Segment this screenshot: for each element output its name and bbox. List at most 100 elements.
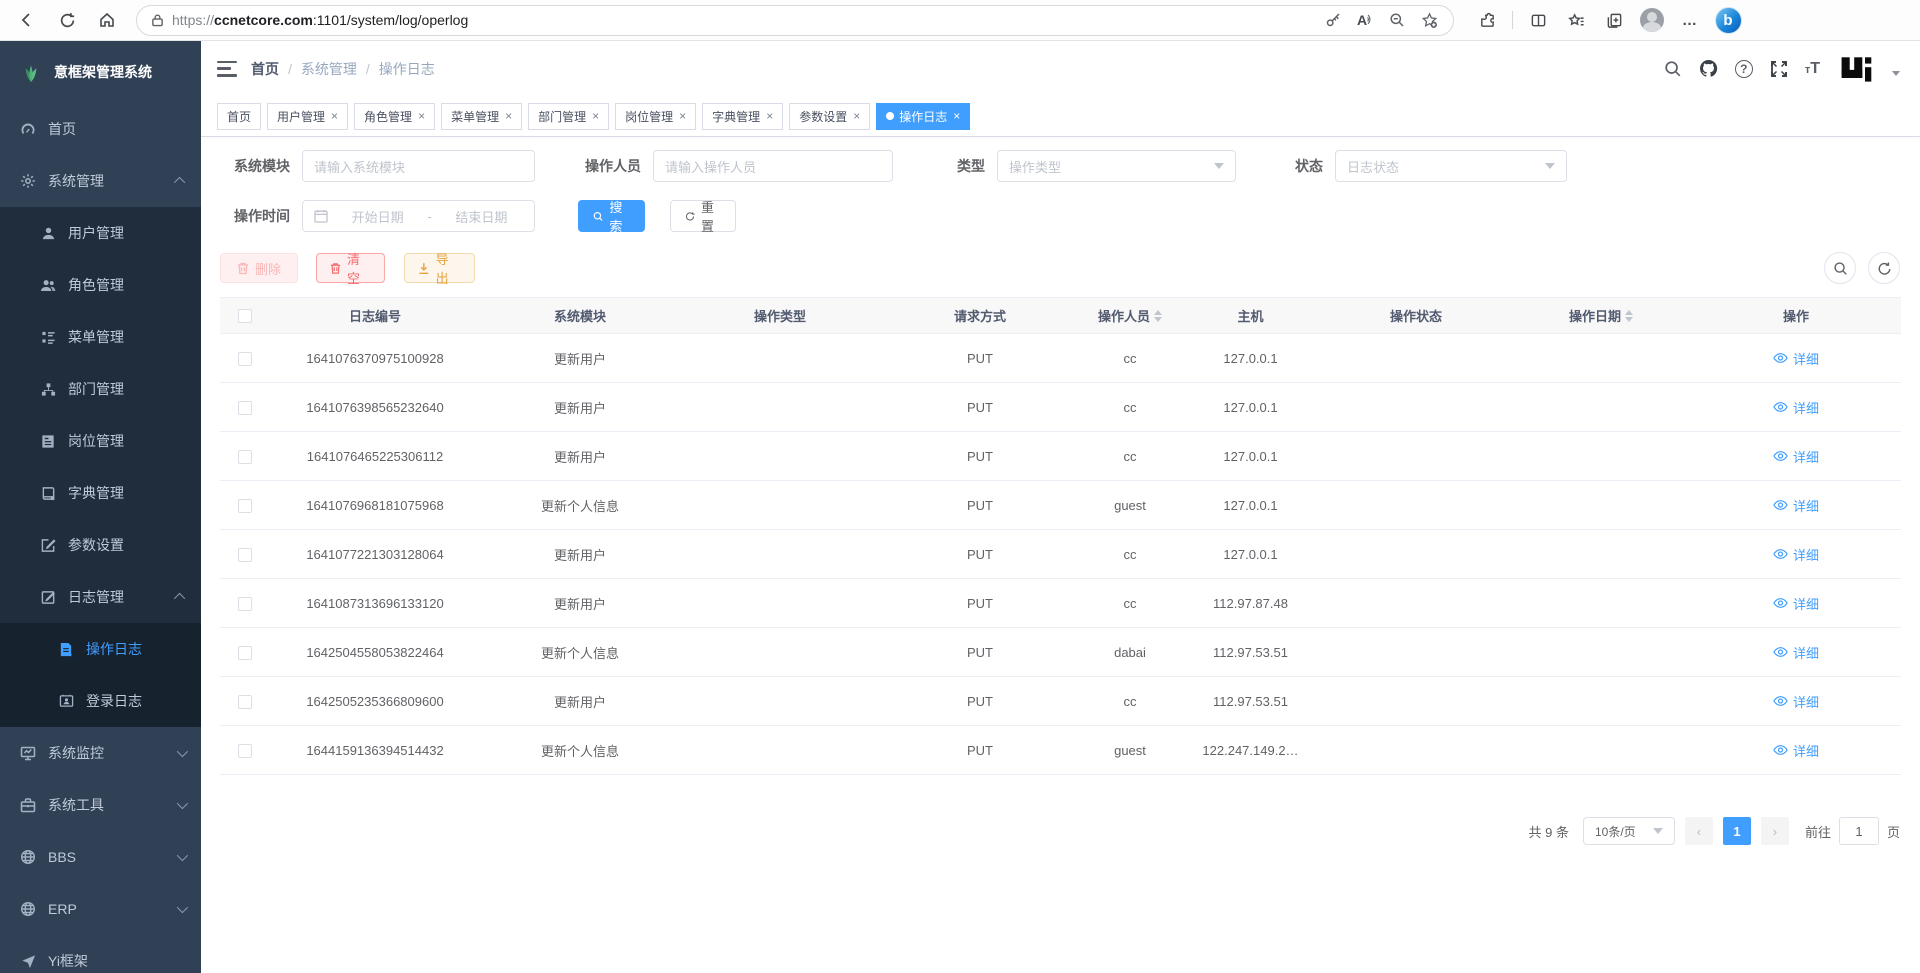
- sidebar-item-tools[interactable]: 系统工具: [0, 779, 201, 831]
- row-checkbox[interactable]: [238, 597, 252, 611]
- goto-page-input[interactable]: [1839, 817, 1879, 845]
- close-icon[interactable]: ×: [331, 109, 338, 123]
- tab-post[interactable]: 岗位管理×: [615, 103, 696, 130]
- detail-link[interactable]: 详细: [1773, 447, 1819, 466]
- row-checkbox[interactable]: [238, 450, 252, 464]
- sidebar-item-loginlog[interactable]: 登录日志: [0, 675, 201, 727]
- tab-home[interactable]: 首页: [217, 103, 261, 130]
- collections-icon[interactable]: [1597, 5, 1631, 35]
- help-icon[interactable]: ?: [1735, 60, 1753, 78]
- close-icon[interactable]: ×: [592, 109, 599, 123]
- tab-role[interactable]: 角色管理×: [354, 103, 435, 130]
- date-range-input[interactable]: 开始日期 - 结束日期: [302, 200, 535, 232]
- read-aloud-icon[interactable]: A: [1351, 5, 1379, 35]
- module-input[interactable]: 请输入系统模块: [302, 150, 535, 182]
- refresh-icon[interactable]: [50, 5, 84, 35]
- back-icon[interactable]: [10, 5, 44, 35]
- sidebar-item-bbs[interactable]: BBS: [0, 831, 201, 883]
- sidebar-item-menu[interactable]: 菜单管理: [0, 311, 201, 363]
- home-icon[interactable]: [90, 5, 124, 35]
- tab-menu[interactable]: 菜单管理×: [441, 103, 522, 130]
- close-icon[interactable]: ×: [418, 109, 425, 123]
- col-date[interactable]: 操作日期: [1511, 298, 1691, 334]
- table-refresh-icon[interactable]: [1868, 252, 1900, 284]
- status-select[interactable]: 日志状态: [1335, 150, 1567, 182]
- add-favorite-icon[interactable]: [1415, 5, 1443, 35]
- page-1-button[interactable]: 1: [1723, 817, 1751, 845]
- header-search-icon[interactable]: [1664, 60, 1682, 78]
- sidebar-item-dict[interactable]: 字典管理: [0, 467, 201, 519]
- sidebar-item-operlog[interactable]: 操作日志: [0, 623, 201, 675]
- address-bar[interactable]: https://ccnetcore.com:1101/system/log/op…: [136, 5, 1454, 36]
- close-icon[interactable]: ×: [853, 109, 860, 123]
- tab-user[interactable]: 用户管理×: [267, 103, 348, 130]
- split-screen-icon[interactable]: [1521, 5, 1555, 35]
- sort-icon[interactable]: [1154, 310, 1162, 322]
- bing-chat-icon[interactable]: b: [1711, 5, 1745, 35]
- tab-dept[interactable]: 部门管理×: [528, 103, 609, 130]
- detail-link[interactable]: 详细: [1773, 692, 1819, 711]
- sidebar-item-yi[interactable]: Yi框架: [0, 935, 201, 973]
- row-checkbox[interactable]: [238, 646, 252, 660]
- detail-link[interactable]: 详细: [1773, 545, 1819, 564]
- col-operator[interactable]: 操作人员: [1080, 298, 1180, 334]
- browser-menu-icon[interactable]: …: [1673, 5, 1707, 35]
- sidebar-item-system[interactable]: 系统管理: [0, 155, 201, 207]
- breadcrumb-system[interactable]: 系统管理: [301, 59, 357, 79]
- search-button[interactable]: 搜索: [578, 200, 645, 232]
- close-icon[interactable]: ×: [766, 109, 773, 123]
- detail-link[interactable]: 详细: [1773, 349, 1819, 368]
- zoom-out-icon[interactable]: [1383, 5, 1411, 35]
- tab-operlog-active[interactable]: 操作日志×: [876, 103, 970, 130]
- detail-link[interactable]: 详细: [1773, 496, 1819, 515]
- collapse-sidebar-icon[interactable]: [217, 61, 237, 77]
- font-size-icon[interactable]: тT: [1805, 60, 1820, 78]
- sidebar-item-role[interactable]: 角色管理: [0, 259, 201, 311]
- avatar-dropdown-icon[interactable]: [1892, 71, 1900, 76]
- reset-button[interactable]: 重置: [670, 200, 736, 232]
- tab-param[interactable]: 参数设置×: [789, 103, 870, 130]
- detail-link[interactable]: 详细: [1773, 643, 1819, 662]
- sidebar-item-erp[interactable]: ERP: [0, 883, 201, 935]
- sidebar-item-param[interactable]: 参数设置: [0, 519, 201, 571]
- row-checkbox[interactable]: [238, 401, 252, 415]
- cell-date: [1511, 432, 1691, 481]
- password-key-icon[interactable]: [1319, 5, 1347, 35]
- prev-page-button[interactable]: ‹: [1685, 817, 1713, 845]
- fullscreen-icon[interactable]: [1770, 60, 1788, 78]
- type-select[interactable]: 操作类型: [997, 150, 1236, 182]
- tab-dict[interactable]: 字典管理×: [702, 103, 783, 130]
- sidebar-item-dept[interactable]: 部门管理: [0, 363, 201, 415]
- user-avatar[interactable]: [1837, 50, 1875, 88]
- close-icon[interactable]: ×: [953, 109, 960, 123]
- delete-button[interactable]: 删除: [220, 253, 298, 283]
- row-checkbox[interactable]: [238, 548, 252, 562]
- detail-link[interactable]: 详细: [1773, 398, 1819, 417]
- row-checkbox[interactable]: [238, 499, 252, 513]
- row-checkbox[interactable]: [238, 695, 252, 709]
- operator-input[interactable]: 请输入操作人员: [653, 150, 893, 182]
- sidebar-item-user[interactable]: 用户管理: [0, 207, 201, 259]
- clear-button[interactable]: 清空: [316, 253, 385, 283]
- select-all-checkbox[interactable]: [238, 309, 252, 323]
- favorites-bar-icon[interactable]: [1559, 5, 1593, 35]
- profile-avatar[interactable]: [1635, 5, 1669, 35]
- sidebar-item-home[interactable]: 首页: [0, 103, 201, 155]
- github-icon[interactable]: [1699, 59, 1718, 78]
- detail-link[interactable]: 详细: [1773, 741, 1819, 760]
- row-checkbox[interactable]: [238, 744, 252, 758]
- page-size-select[interactable]: 10条/页: [1583, 817, 1675, 845]
- table-search-toggle-icon[interactable]: [1824, 252, 1856, 284]
- sort-icon[interactable]: [1625, 310, 1633, 322]
- close-icon[interactable]: ×: [679, 109, 686, 123]
- close-icon[interactable]: ×: [505, 109, 512, 123]
- breadcrumb-home[interactable]: 首页: [251, 59, 279, 79]
- sidebar-item-log[interactable]: 日志管理: [0, 571, 201, 623]
- export-button[interactable]: 导出: [404, 253, 475, 283]
- sidebar-item-post[interactable]: 岗位管理: [0, 415, 201, 467]
- extensions-icon[interactable]: [1470, 5, 1504, 35]
- detail-link[interactable]: 详细: [1773, 594, 1819, 613]
- next-page-button[interactable]: ›: [1761, 817, 1789, 845]
- row-checkbox[interactable]: [238, 352, 252, 366]
- sidebar-item-monitor[interactable]: 系统监控: [0, 727, 201, 779]
